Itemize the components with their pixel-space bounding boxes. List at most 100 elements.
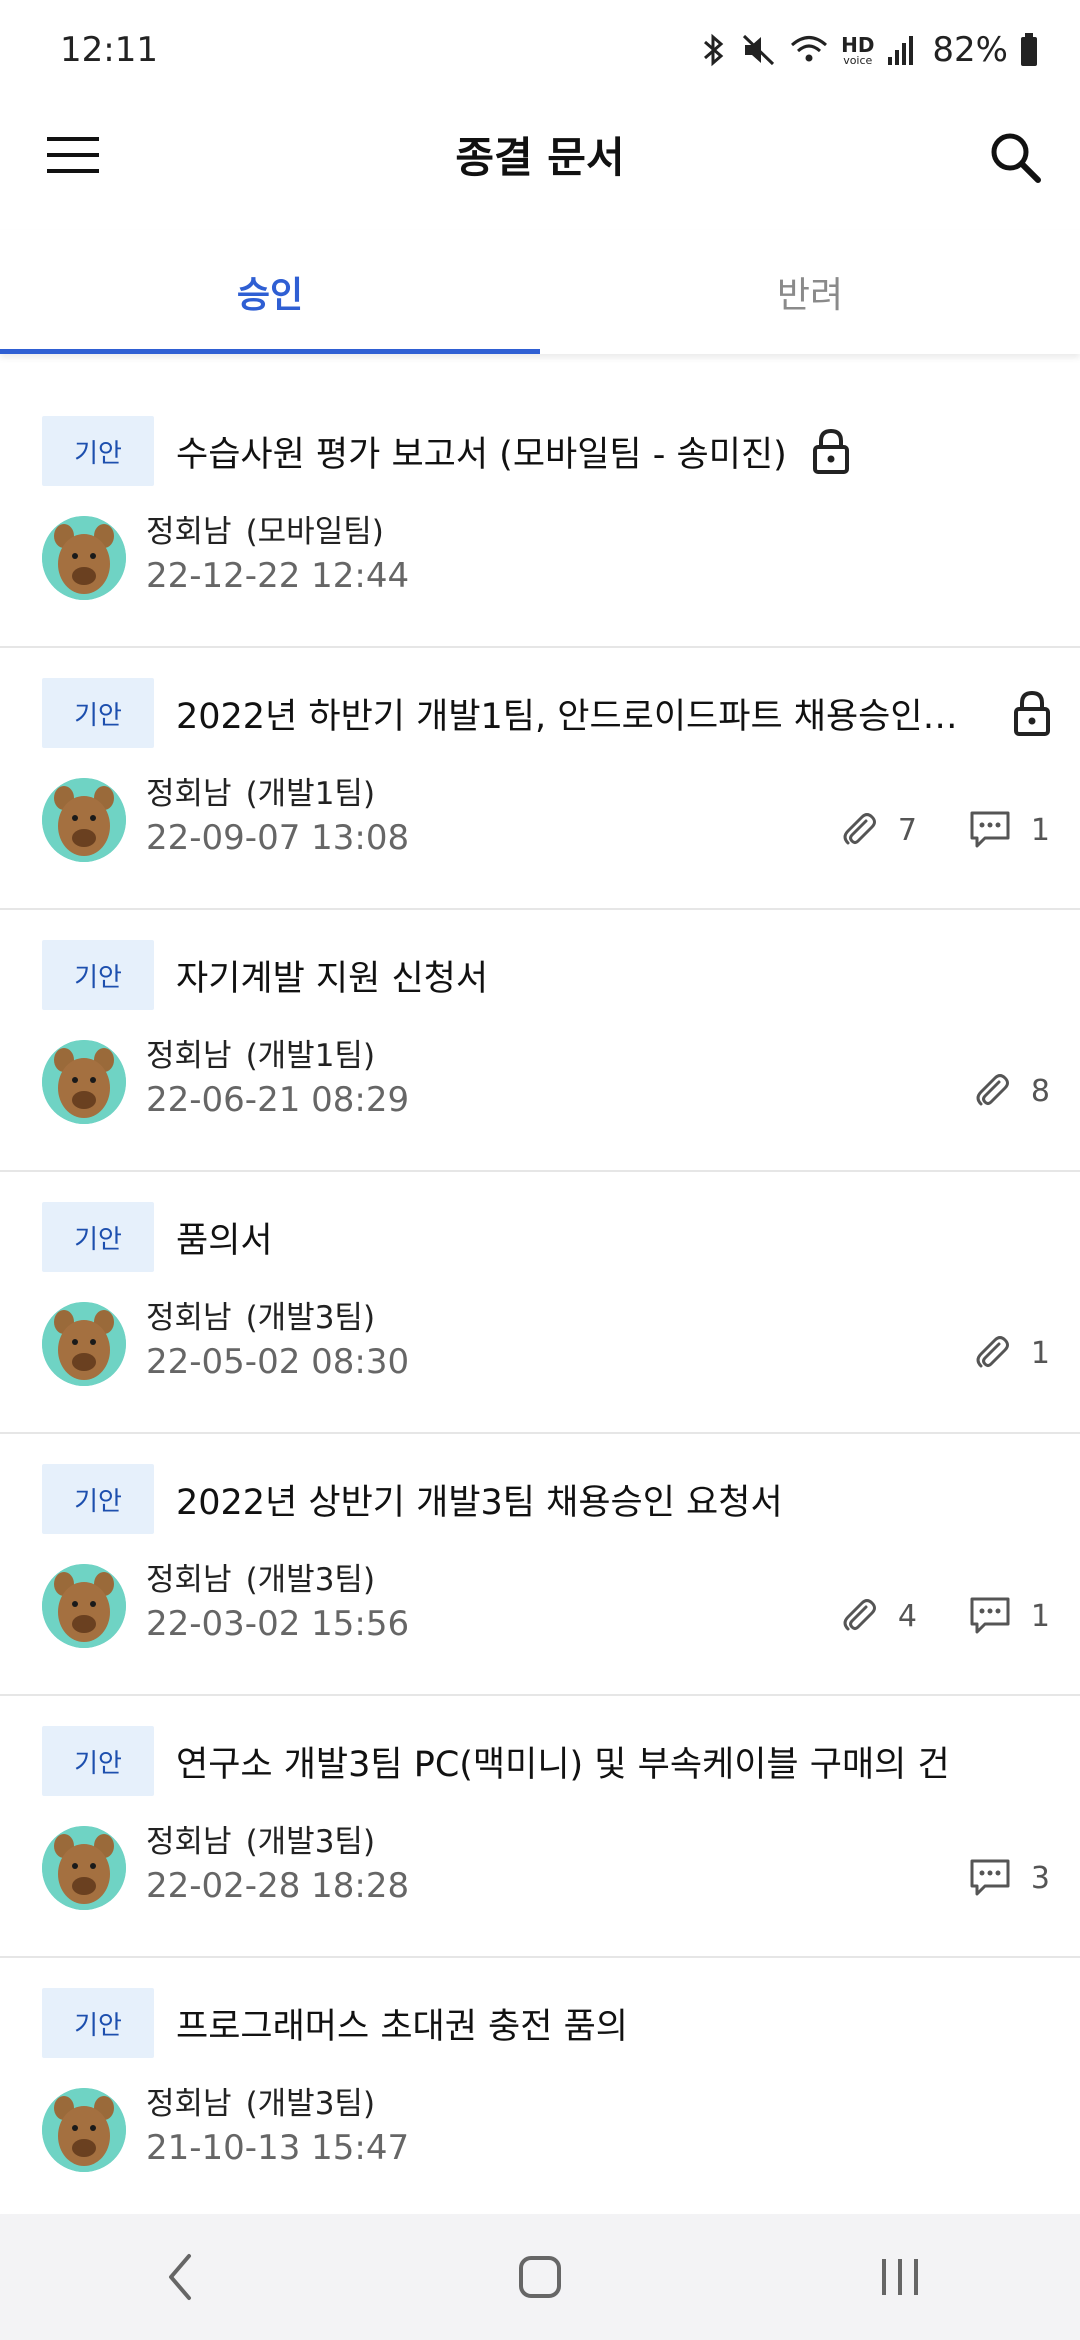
author-team: (개발3팀)	[245, 1824, 376, 1860]
type-badge: 기안	[42, 1726, 154, 1796]
list-item[interactable]: 기안 수습사원 평가 보고서 (모바일팀 - 송미진) 정회남 (모바일팀) 22…	[0, 356, 1080, 648]
document-date: 22-05-02 08:30	[146, 1342, 410, 1382]
author-team: (개발1팀)	[245, 776, 376, 812]
comment-count: 1	[1030, 1598, 1050, 1634]
recents-icon	[882, 2259, 918, 2295]
document-title: 연구소 개발3팀 PC(맥미니) 및 부속케이블 구매의 건	[176, 1744, 950, 1785]
nav-back-button[interactable]	[120, 2227, 240, 2327]
document-date: 22-09-07 13:08	[146, 818, 410, 858]
type-badge: 기안	[42, 1202, 154, 1272]
list-item[interactable]: 기안 자기계발 지원 신청서 정회남 (개발1팀) 22-06-21 08:29 …	[0, 910, 1080, 1172]
document-date: 22-02-28 18:28	[146, 1866, 410, 1906]
document-title: 수습사원 평가 보고서 (모바일팀 - 송미진)	[176, 434, 787, 475]
attachment-count: 8	[1030, 1073, 1050, 1109]
voice-label: voice	[843, 53, 873, 67]
document-date: 22-12-22 12:44	[146, 556, 410, 596]
author-team: (개발1팀)	[245, 1038, 376, 1074]
comment-icon	[970, 1859, 1010, 1896]
attachment-icon	[843, 813, 876, 845]
comment-icon	[970, 811, 1010, 848]
document-title: 자기계발 지원 신청서	[176, 958, 489, 999]
hd-voice-icon: HD voice	[841, 35, 874, 66]
author-name: 정회남	[146, 1300, 232, 1336]
avatar	[42, 1040, 126, 1124]
tab-rejected[interactable]: 반려	[540, 230, 1080, 354]
comment-icon	[970, 1597, 1010, 1634]
document-title: 2022년 하반기 개발1팀, 안드로이드파트 채용승인 요...	[176, 696, 966, 737]
attachment-icon	[976, 1074, 1009, 1106]
type-badge: 기안	[42, 416, 154, 486]
type-badge: 기안	[42, 940, 154, 1010]
author-team: (개발3팀)	[245, 1300, 376, 1336]
document-date: 22-03-02 15:56	[146, 1604, 410, 1644]
list-item[interactable]: 기안 2022년 상반기 개발3팀 채용승인 요청서 정회남 (개발3팀) 22-…	[0, 1434, 1080, 1696]
document-meta: 4 1	[840, 1596, 1050, 1636]
tab-approved[interactable]: 승인	[0, 230, 540, 354]
type-badge: 기안	[42, 1464, 154, 1534]
lock-icon	[812, 428, 849, 474]
comment-count: 1	[1030, 812, 1050, 848]
list-item[interactable]: 기안 프로그래머스 초대권 충전 품의 정회남 (개발3팀) 21-10-13 1…	[0, 1958, 1080, 2218]
author-info: 정회남 (모바일팀)	[146, 506, 384, 551]
author-info: 정회남 (개발3팀)	[146, 1292, 375, 1337]
list-item[interactable]: 기안 2022년 하반기 개발1팀, 안드로이드파트 채용승인 요... 정회남…	[0, 648, 1080, 910]
tab-bar: 승인 반려	[0, 230, 1080, 354]
attachment-icon	[843, 1599, 876, 1631]
list-item[interactable]: 기안 연구소 개발3팀 PC(맥미니) 및 부속케이블 구매의 건 정회남 (개발…	[0, 1696, 1080, 1958]
author-info: 정회남 (개발1팀)	[146, 1030, 375, 1075]
nav-home-button[interactable]	[480, 2227, 600, 2327]
home-icon	[519, 2256, 561, 2298]
author-name: 정회남	[146, 1038, 232, 1074]
document-meta: 8	[973, 1072, 1050, 1110]
search-icon	[991, 133, 1041, 183]
list-item[interactable]: 기안 품의서 정회남 (개발3팀) 22-05-02 08:30 1	[0, 1172, 1080, 1434]
author-team: (개발3팀)	[245, 1562, 376, 1598]
wifi-icon	[789, 32, 829, 68]
author-team: (개발3팀)	[245, 2086, 376, 2122]
attachment-count: 4	[897, 1598, 917, 1634]
document-meta: 3	[969, 1858, 1050, 1898]
document-meta: 7 1	[840, 810, 1050, 850]
attachment-icon	[976, 1336, 1009, 1368]
avatar	[42, 2088, 126, 2172]
hd-label: HD	[841, 32, 875, 57]
author-name: 정회남	[146, 1562, 232, 1598]
author-info: 정회남 (개발3팀)	[146, 2078, 375, 2123]
author-team: (모바일팀)	[245, 514, 384, 550]
nav-recents-button[interactable]	[840, 2227, 960, 2327]
status-icons: HD voice 82%	[699, 28, 1038, 72]
page-title: 종결 문서	[455, 133, 625, 182]
type-badge: 기안	[42, 1988, 154, 2058]
battery-icon	[1020, 33, 1038, 67]
bluetooth-icon	[699, 32, 729, 68]
avatar	[42, 1826, 126, 1910]
system-nav-bar	[0, 2214, 1080, 2340]
author-info: 정회남 (개발1팀)	[146, 768, 375, 813]
document-list: 기안 수습사원 평가 보고서 (모바일팀 - 송미진) 정회남 (모바일팀) 22…	[0, 356, 1080, 2218]
document-meta: 1	[973, 1334, 1050, 1372]
lock-icon	[1014, 690, 1050, 736]
document-title: 프로그래머스 초대권 충전 품의	[176, 2006, 628, 2047]
attachment-count: 7	[897, 812, 917, 848]
author-info: 정회남 (개발3팀)	[146, 1816, 375, 1861]
document-date: 22-06-21 08:29	[146, 1080, 410, 1120]
author-name: 정회남	[146, 1824, 232, 1860]
app-bar: 종결 문서	[0, 100, 1080, 210]
status-bar: 12:11 HD voice 82%	[0, 0, 1080, 100]
mute-icon	[741, 32, 777, 68]
avatar	[42, 1302, 126, 1386]
battery-percent: 82%	[932, 30, 1008, 70]
avatar	[42, 516, 126, 600]
comment-count: 3	[1030, 1860, 1050, 1896]
document-title: 품의서	[176, 1220, 273, 1261]
status-time: 12:11	[60, 30, 158, 70]
author-name: 정회남	[146, 514, 232, 550]
avatar	[42, 778, 126, 862]
type-badge: 기안	[42, 678, 154, 748]
search-button[interactable]	[980, 122, 1050, 192]
author-info: 정회남 (개발3팀)	[146, 1554, 375, 1599]
author-name: 정회남	[146, 2086, 232, 2122]
document-date: 21-10-13 15:47	[146, 2128, 410, 2168]
signal-icon	[886, 33, 916, 67]
attachment-count: 1	[1030, 1335, 1050, 1371]
